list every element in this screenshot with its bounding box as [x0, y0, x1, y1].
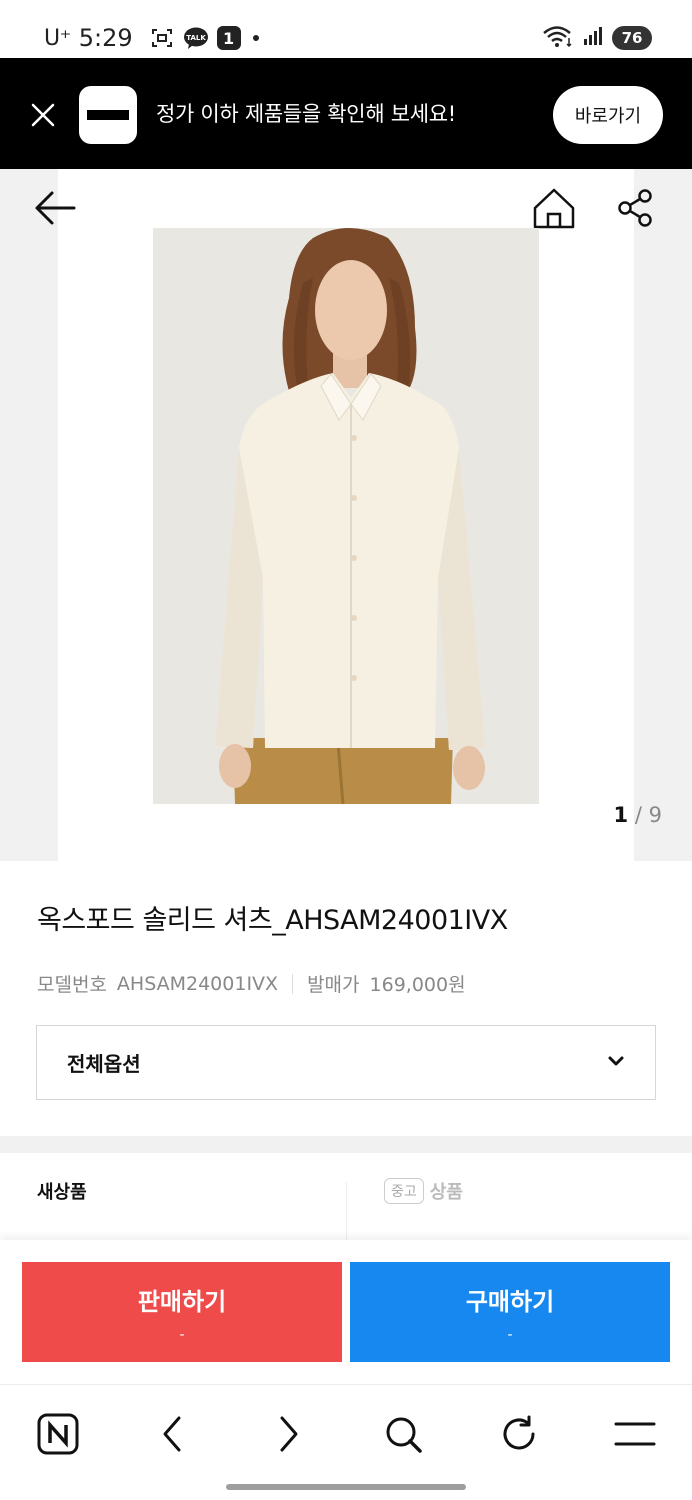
image-pager: 1 / 9 [614, 803, 662, 827]
model-number-value: AHSAM24001IVX [116, 972, 279, 995]
condition-divider [346, 1182, 347, 1242]
status-right: 76 [542, 24, 652, 52]
action-bar: 판매하기 - 구매하기 - [0, 1240, 692, 1383]
promo-banner: 정가 이하 제품들을 확인해 보세요! 바로가기 [0, 58, 692, 169]
cell-signal-icon [582, 25, 604, 51]
refresh-icon[interactable] [494, 1409, 544, 1459]
screenshot-icon [149, 25, 175, 51]
battery-indicator: 76 [612, 26, 652, 50]
product-title: 옥스포드 솔리드 셔츠_AHSAM24001IVX [37, 905, 508, 936]
option-select-label: 전체옵션 [67, 1052, 141, 1076]
used-badge: 중고 [384, 1178, 424, 1204]
status-left: U⁺ 5:29 TALK 1 [44, 22, 259, 54]
forward-icon[interactable] [264, 1409, 314, 1459]
wifi-icon [542, 24, 574, 52]
option-select[interactable]: 전체옵션 [36, 1025, 656, 1100]
notification-dot-icon [252, 35, 259, 41]
section-divider [0, 1136, 692, 1153]
svg-text:TALK: TALK [186, 34, 206, 42]
buy-button[interactable]: 구매하기 - [350, 1262, 670, 1362]
new-product-tab[interactable]: 새상품 [37, 1178, 87, 1204]
buy-button-price: - [507, 1326, 513, 1343]
close-icon[interactable] [26, 98, 60, 132]
kakaotalk-icon: TALK [183, 25, 209, 51]
pager-total: 9 [648, 803, 662, 827]
model-number-label: 모델번호 [37, 974, 107, 996]
buy-button-label: 구매하기 [465, 1287, 555, 1316]
menu-icon[interactable] [610, 1409, 660, 1459]
release-price-value: 169,000원 [369, 974, 466, 996]
product-photo[interactable] [153, 228, 539, 804]
share-icon[interactable] [616, 188, 654, 228]
naver-n-icon[interactable] [33, 1409, 83, 1459]
back-icon[interactable] [147, 1409, 197, 1459]
used-product-tab[interactable]: 중고 상품 [384, 1178, 463, 1204]
back-arrow-icon[interactable] [34, 190, 76, 226]
gesture-bar[interactable] [226, 1484, 466, 1490]
go-now-button[interactable]: 바로가기 [553, 86, 663, 144]
sell-button-label: 판매하기 [137, 1287, 227, 1316]
carrier-label: U⁺ [44, 25, 71, 51]
home-icon[interactable] [532, 186, 576, 230]
notification-count-badge: 1 [216, 26, 241, 50]
release-price-label: 발매가 [307, 974, 360, 996]
used-product-label: 상품 [429, 1182, 463, 1203]
promo-text: 정가 이하 제품들을 확인해 보세요! [156, 102, 456, 126]
search-icon[interactable] [378, 1409, 428, 1459]
sell-button[interactable]: 판매하기 - [22, 1262, 342, 1362]
clock: 5:29 [78, 24, 133, 52]
chevron-down-icon [607, 1052, 625, 1070]
meta-divider [292, 973, 294, 994]
pager-current: 1 [613, 803, 629, 827]
browser-bottom-nav [0, 1384, 692, 1500]
sell-button-price: - [179, 1326, 185, 1343]
product-meta: 모델번호 AHSAM24001IVX 발매가 169,000원 [37, 970, 466, 997]
status-bar: U⁺ 5:29 TALK 1 76 [0, 0, 692, 58]
pager-separator: / [634, 803, 642, 827]
brand-logo-icon [79, 86, 137, 144]
